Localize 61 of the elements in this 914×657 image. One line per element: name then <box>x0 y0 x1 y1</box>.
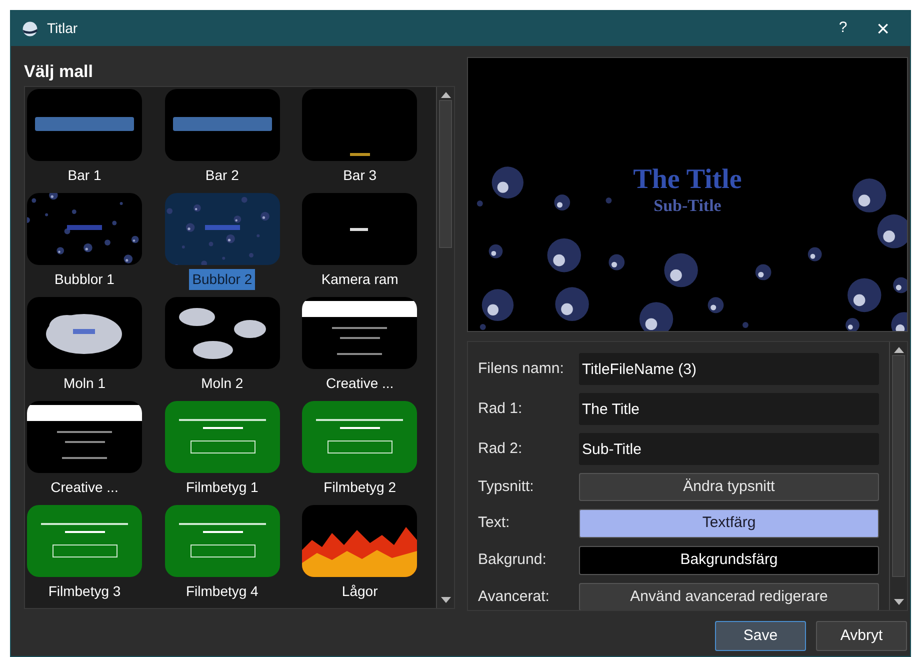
field-label: Text: <box>478 513 511 534</box>
dialog-button[interactable]: Avbryt <box>816 621 907 651</box>
color-button[interactable]: Textfärg <box>579 509 879 538</box>
template-item[interactable]: Lågor <box>302 505 418 608</box>
template-label: Bar 2 <box>204 166 240 185</box>
template-item[interactable]: Creative ... <box>302 297 418 400</box>
template-item[interactable]: Bar 2 <box>164 89 280 192</box>
template-item[interactable]: Filmbetyg 3 <box>27 505 142 608</box>
template-label: Filmbetyg 4 <box>184 582 260 601</box>
template-label: Kamera ram <box>320 270 400 289</box>
template-item[interactable]: Kamera ram <box>302 193 418 296</box>
text-field[interactable]: TitleFileName (3) <box>579 353 879 385</box>
text-field[interactable]: Sub-Title <box>579 433 879 465</box>
template-label: Filmbetyg 1 <box>184 478 260 497</box>
scrollbar-thumb[interactable] <box>439 100 452 248</box>
template-item[interactable]: Moln 2 <box>164 297 280 400</box>
field-label: Avancerat: <box>478 586 550 607</box>
template-label: Bar 1 <box>66 166 102 185</box>
close-button[interactable]: × <box>866 14 900 42</box>
scroll-down-icon[interactable] <box>440 597 450 603</box>
template-label: Filmbetyg 2 <box>322 478 397 497</box>
scroll-up-icon[interactable] <box>440 92 450 98</box>
template-item[interactable]: Creative ... <box>27 401 142 504</box>
template-item[interactable]: Bar 3 <box>302 89 418 192</box>
template-item[interactable]: Bar 1 <box>27 89 142 192</box>
scrollbar-thumb[interactable] <box>892 355 905 577</box>
scroll-down-icon[interactable] <box>894 599 904 605</box>
template-item[interactable]: Bubblor 1 <box>27 193 142 296</box>
help-button[interactable]: ? <box>828 14 858 42</box>
globe-icon <box>21 20 39 38</box>
template-item[interactable]: Filmbetyg 1 <box>164 401 280 504</box>
template-item[interactable]: Filmbetyg 2 <box>302 401 418 504</box>
field-label: Filens namn: <box>478 358 565 379</box>
template-label: Bubblor 2 <box>189 269 256 290</box>
template-label: Lågor <box>340 582 379 601</box>
template-item[interactable]: Bubblor 2 <box>164 193 280 296</box>
template-label: Filmbetyg 3 <box>47 582 122 601</box>
template-label: Creative ... <box>324 374 395 393</box>
scroll-up-icon[interactable] <box>894 347 904 353</box>
field-label: Rad 2: <box>478 438 524 459</box>
section-heading: Välj mall <box>24 61 94 83</box>
scrollbar[interactable] <box>436 87 454 608</box>
preview-subtitle: Sub-Title <box>654 195 722 217</box>
preview-title: The Title <box>633 165 742 195</box>
template-label: Bar 3 <box>342 166 378 185</box>
scrollbar[interactable] <box>889 342 907 610</box>
dialog-button[interactable]: Save <box>715 621 806 651</box>
field-label: Bakgrund: <box>478 550 548 570</box>
template-label: Bubblor 1 <box>54 270 116 289</box>
template-item[interactable]: Moln 1 <box>27 297 142 400</box>
template-label: Moln 2 <box>200 374 244 393</box>
field-label: Rad 1: <box>478 398 524 419</box>
field-label: Typsnitt: <box>478 476 535 497</box>
action-button[interactable]: Använd avancerad redigerare <box>579 583 879 610</box>
template-item[interactable]: Filmbetyg 4 <box>164 505 280 608</box>
template-label: Creative ... <box>50 478 120 497</box>
template-label: Moln 1 <box>62 374 107 393</box>
action-button[interactable]: Ändra typsnitt <box>579 473 879 501</box>
color-button[interactable]: Bakgrundsfärg <box>579 546 879 575</box>
window-title: Titlar <box>47 19 79 38</box>
text-field[interactable]: The Title <box>579 393 879 425</box>
